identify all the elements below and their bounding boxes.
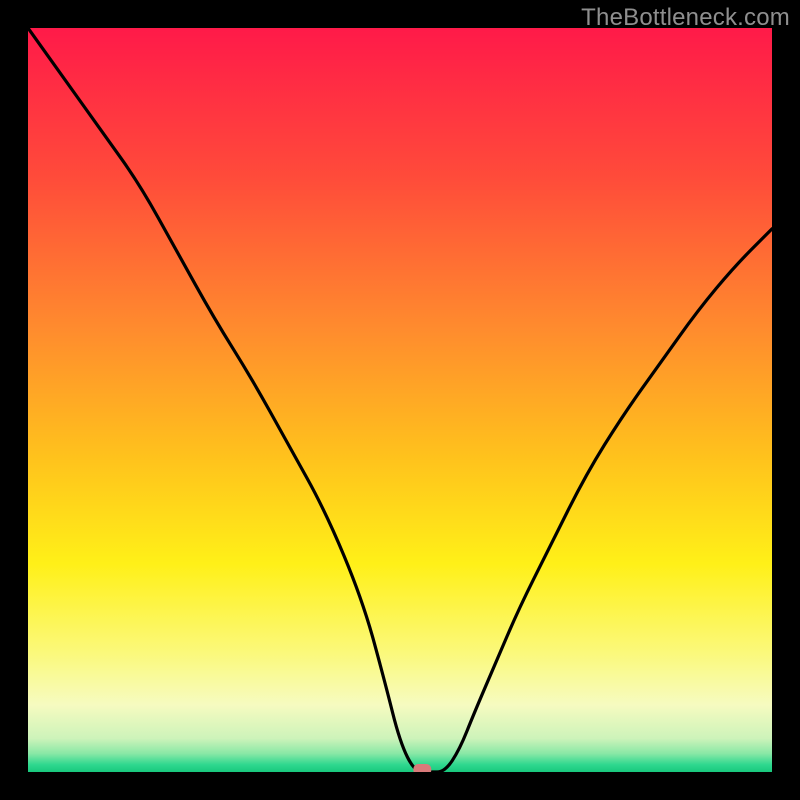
chart-container: TheBottleneck.com bbox=[0, 0, 800, 800]
watermark-text: TheBottleneck.com bbox=[581, 4, 790, 32]
plot-area bbox=[28, 28, 772, 772]
chart-svg bbox=[28, 28, 772, 772]
gradient-background bbox=[28, 28, 772, 772]
optimal-point-marker bbox=[413, 764, 431, 772]
